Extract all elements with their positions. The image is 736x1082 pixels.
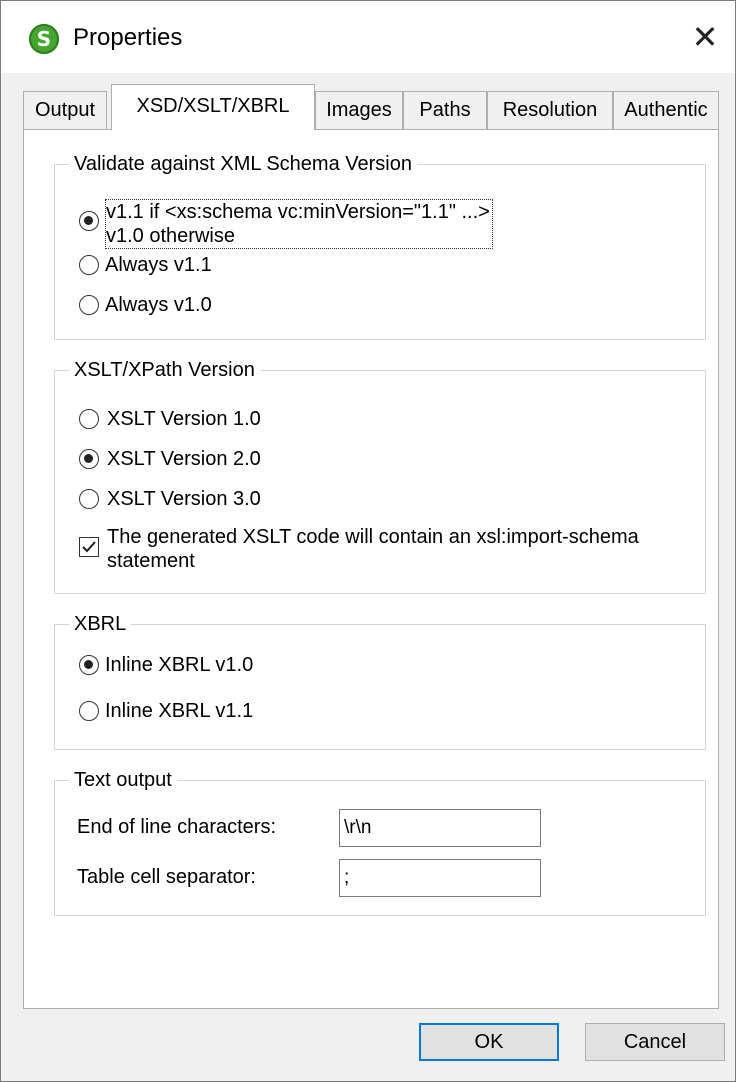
tab-images[interactable]: Images	[315, 91, 403, 129]
xbrl-group: XBRL Inline XBRL v1.0 Inline XBRL v1.1	[54, 611, 706, 750]
title-bar: S Properties ✕	[1, 1, 735, 73]
properties-dialog: S Properties ✕ Output XSD/XSLT/XBRL Imag…	[0, 0, 736, 1082]
radio-inline-xbrl-11[interactable]: Inline XBRL v1.1	[79, 699, 253, 723]
schema-version-legend: Validate against XML Schema Version	[69, 151, 417, 177]
tab-label: Images	[326, 99, 392, 121]
import-schema-line2: statement	[107, 550, 195, 572]
eol-input[interactable]: \r\n	[339, 809, 541, 847]
radio-xslt-2[interactable]: XSLT Version 2.0	[79, 447, 261, 471]
tab-xsd-xslt-xbrl[interactable]: XSD/XSLT/XBRL	[111, 84, 315, 130]
close-icon[interactable]: ✕	[675, 1, 735, 73]
eol-label: End of line characters:	[77, 816, 276, 838]
radio-label: Inline XBRL v1.0	[105, 654, 254, 676]
tab-resolution[interactable]: Resolution	[487, 91, 613, 129]
tab-panel-xsd-xslt-xbrl: Validate against XML Schema Version v1.1…	[23, 129, 719, 1009]
radio-button[interactable]	[79, 701, 99, 721]
import-schema-line1: The generated XSLT code will contain an …	[107, 526, 639, 548]
radio-always-v10[interactable]: Always v1.0	[79, 293, 212, 317]
tab-label: XSD/XSLT/XBRL	[136, 95, 290, 117]
radio-button[interactable]	[79, 409, 99, 429]
tab-label: Output	[34, 99, 96, 121]
tab-label: Authentic	[624, 99, 708, 121]
xbrl-legend: XBRL	[69, 611, 132, 637]
radio-label: XSLT Version 1.0	[107, 408, 261, 430]
xslt-version-legend: XSLT/XPath Version	[69, 357, 260, 383]
radio-label: Always v1.0	[105, 294, 212, 316]
radio-label: XSLT Version 2.0	[107, 448, 261, 470]
radio-xslt-3[interactable]: XSLT Version 3.0	[79, 487, 261, 511]
app-icon: S	[29, 24, 59, 54]
radio-button[interactable]	[79, 489, 99, 509]
checkmark-icon	[82, 541, 96, 553]
radio-label: XSLT Version 3.0	[107, 488, 261, 510]
cancel-button[interactable]: Cancel	[585, 1023, 725, 1061]
radio-inline-xbrl-10[interactable]: Inline XBRL v1.0	[79, 653, 253, 677]
tab-output[interactable]: Output	[23, 91, 107, 129]
radio-button[interactable]	[79, 255, 99, 275]
radio-button[interactable]	[79, 449, 99, 469]
separator-label: Table cell separator:	[77, 866, 256, 888]
tab-paths[interactable]: Paths	[403, 91, 487, 129]
radio-always-v11[interactable]: Always v1.1	[79, 253, 212, 277]
separator-input[interactable]: ;	[339, 859, 541, 897]
schema-auto-line2: v1.0 otherwise	[106, 225, 235, 247]
tab-label: Paths	[419, 99, 471, 121]
tab-authentic[interactable]: Authentic	[613, 91, 719, 129]
window-title: Properties	[73, 24, 183, 51]
ok-button[interactable]: OK	[419, 1023, 559, 1061]
app-icon-letter: S	[36, 27, 52, 51]
text-output-group: Text output End of line characters: \r\n…	[54, 767, 706, 916]
radio-xslt-1[interactable]: XSLT Version 1.0	[79, 407, 261, 431]
radio-button[interactable]	[79, 295, 99, 315]
radio-label: Always v1.1	[105, 254, 212, 276]
radio-button[interactable]	[79, 655, 99, 675]
import-schema-checkbox[interactable]	[79, 537, 99, 557]
xslt-version-group: XSLT/XPath Version XSLT Version 1.0 XSLT…	[54, 357, 706, 594]
radio-schema-auto[interactable]: v1.1 if <xs:schema vc:minVersion="1.1" .…	[79, 199, 493, 249]
radio-label: Inline XBRL v1.1	[105, 700, 254, 722]
radio-button[interactable]	[79, 211, 99, 231]
focus-outline: v1.1 if <xs:schema vc:minVersion="1.1" .…	[105, 199, 493, 249]
import-schema-checkbox-row[interactable]: The generated XSLT code will contain an …	[79, 525, 639, 573]
text-output-legend: Text output	[69, 767, 177, 793]
schema-auto-line1: v1.1 if <xs:schema vc:minVersion="1.1" .…	[106, 201, 490, 223]
tab-label: Resolution	[502, 99, 598, 121]
schema-version-group: Validate against XML Schema Version v1.1…	[54, 151, 706, 340]
